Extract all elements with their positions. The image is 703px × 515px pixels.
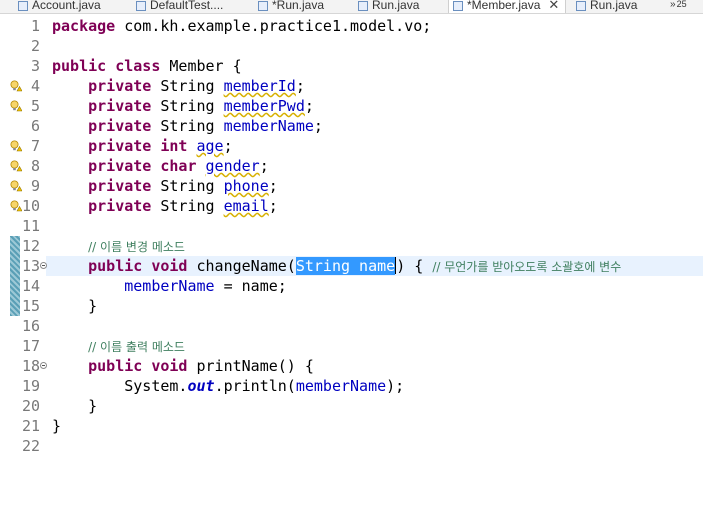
line-number: 12 xyxy=(21,237,40,255)
code-line: 2 xyxy=(0,36,703,56)
tab-run-java[interactable]: Run.java xyxy=(358,0,419,13)
code-line: 12 // 이름 변경 메소드 xyxy=(0,236,703,256)
code-line: 20 } xyxy=(0,396,703,416)
line-number: 22 xyxy=(21,437,40,455)
code-line: 5 private String memberPwd; xyxy=(0,96,703,116)
java-file-icon xyxy=(136,0,146,11)
code-comment: // 이름 출력 메소드 xyxy=(88,340,185,354)
code-line: 1 package com.kh.example.practice1.model… xyxy=(0,16,703,36)
code-line: 16 xyxy=(0,316,703,336)
java-file-icon xyxy=(258,0,268,11)
field-name: memberId xyxy=(223,77,296,95)
field-name: memberPwd xyxy=(223,97,305,115)
line-number: 18 xyxy=(21,357,40,375)
field-name: memberName xyxy=(223,117,314,135)
chevron-double-right-icon: » xyxy=(670,0,676,10)
code-line: 4 private String memberId; xyxy=(0,76,703,96)
line-number: 13 xyxy=(21,257,40,275)
tab-account-java[interactable]: Account.java xyxy=(18,0,101,13)
tab-run-java-modified[interactable]: *Run.java xyxy=(258,0,324,13)
code-line: 19 System.out.println(memberName); xyxy=(0,376,703,396)
line-number: 4 xyxy=(30,77,40,95)
line-number: 1 xyxy=(30,17,40,35)
line-number: 17 xyxy=(21,337,40,355)
line-number: 6 xyxy=(30,117,40,135)
code-comment: // 무언가를 받아오도록 소괄호에 변수 xyxy=(432,260,622,274)
tab-run-java-2[interactable]: Run.java xyxy=(576,0,637,13)
code-line: 6 private String memberName; xyxy=(0,116,703,136)
close-tab-icon[interactable]: ✕ xyxy=(548,0,559,12)
code-line-current: 13 public void changeName(String name) {… xyxy=(0,256,703,276)
code-line: 8 private char gender; xyxy=(0,156,703,176)
line-number: 16 xyxy=(21,317,40,335)
line-number: 21 xyxy=(21,417,40,435)
code-line: 3 public class Member { xyxy=(0,56,703,76)
field-name: gender xyxy=(205,157,260,175)
line-number: 20 xyxy=(21,397,40,415)
code-line: 14 memberName = name; xyxy=(0,276,703,296)
tab-member-java[interactable]: *Member.java ✕ xyxy=(448,0,567,13)
line-number: 11 xyxy=(21,217,40,235)
line-number: 10 xyxy=(21,197,40,215)
code-line: 9 private String phone; xyxy=(0,176,703,196)
line-number: 2 xyxy=(30,37,40,55)
keyword: package xyxy=(52,17,116,35)
field-name: phone xyxy=(223,177,269,195)
hidden-tab-count: 25 xyxy=(676,0,687,9)
code-line: 10 private String email; xyxy=(0,196,703,216)
java-file-icon xyxy=(576,0,586,11)
line-number: 9 xyxy=(30,177,40,195)
fold-toggle-icon[interactable] xyxy=(40,362,47,369)
line-number: 7 xyxy=(30,137,40,155)
fold-toggle-icon[interactable] xyxy=(40,262,47,269)
line-number: 14 xyxy=(21,277,40,295)
line-number: 19 xyxy=(21,377,40,395)
java-file-icon xyxy=(453,0,463,11)
java-file-icon xyxy=(18,0,28,11)
code-comment: // 이름 변경 메소드 xyxy=(88,240,185,254)
code-line: 18 public void printName() { xyxy=(0,356,703,376)
java-file-icon xyxy=(358,0,368,11)
code-line: 17 // 이름 출력 메소드 xyxy=(0,336,703,356)
line-number: 5 xyxy=(30,97,40,115)
code-line: 11 xyxy=(0,216,703,236)
tab-overflow-button[interactable]: »25 xyxy=(670,0,687,10)
text-selection: String name xyxy=(295,257,396,275)
line-number: 8 xyxy=(30,157,40,175)
field-name: email xyxy=(223,197,269,215)
code-line: 21 } xyxy=(0,416,703,436)
field-name: age xyxy=(196,137,224,155)
code-line: 15 } xyxy=(0,296,703,316)
line-number: 3 xyxy=(30,57,40,75)
line-number: 15 xyxy=(21,297,40,315)
code-line: 7 private int age; xyxy=(0,136,703,156)
editor-tab-bar: Account.java DefaultTest.... *Run.java R… xyxy=(0,0,703,14)
code-line: 22 xyxy=(0,436,703,456)
tab-defaulttest[interactable]: DefaultTest.... xyxy=(136,0,223,13)
keyword: public class xyxy=(52,57,161,75)
